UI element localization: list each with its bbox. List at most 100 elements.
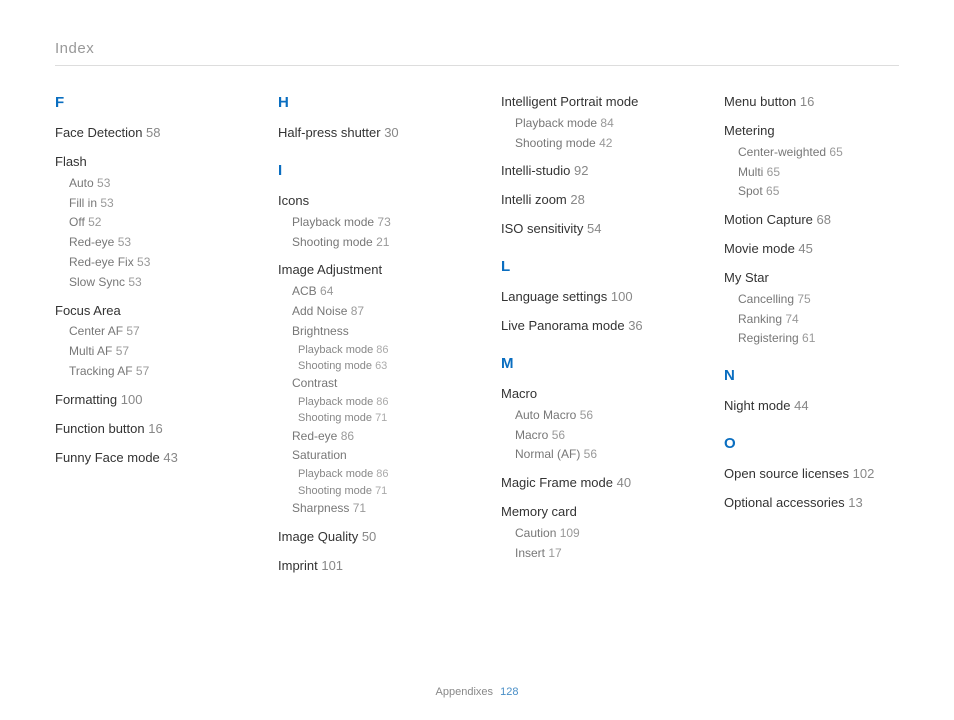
index-entry[interactable]: ISO sensitivity 54 [501,221,676,238]
index-subentry[interactable]: Red-eye 86 [292,428,453,445]
index-letter: F [55,94,230,111]
page-ref: 44 [794,398,808,413]
index-subentry[interactable]: Sharpness 71 [292,500,453,517]
index-subentry[interactable]: Cancelling 75 [738,291,899,308]
index-entry[interactable]: Intelli zoom 28 [501,192,676,209]
page-ref: 92 [574,163,588,178]
page-ref: 30 [384,125,398,140]
index-entry[interactable]: Function button 16 [55,421,230,438]
index-group-title: Intelligent Portrait mode [501,94,676,111]
page-ref: 42 [599,136,612,150]
footer-page-number: 128 [500,686,518,698]
index-letter: O [724,435,899,452]
footer-label: Appendixes [436,686,494,698]
page-ref: 71 [375,412,387,424]
page-ref: 57 [126,324,139,338]
index-entry[interactable]: Night mode 44 [724,398,899,415]
index-subentry[interactable]: Multi AF 57 [69,343,230,360]
page-ref: 53 [97,176,110,190]
column-4: Menu button 16 Metering Center-weighted 65… [724,94,899,586]
page-ref: 53 [137,255,150,269]
index-entry[interactable]: Funny Face mode 43 [55,450,230,467]
index-entry[interactable]: Formatting 100 [55,392,230,409]
index-subentry[interactable]: Playback mode 84 [515,115,676,132]
index-subentry[interactable]: Contrast [292,375,453,392]
index-entry[interactable]: Menu button 16 [724,94,899,111]
index-group-title: Image Adjustment [278,262,453,279]
index-subsubentry[interactable]: Playback mode 86 [298,467,453,481]
index-entry[interactable]: Half-press shutter 30 [278,125,453,142]
index-subsubentry[interactable]: Playback mode 86 [298,395,453,409]
index-entry[interactable]: Face Detection 58 [55,125,230,142]
index-entry[interactable]: Language settings 100 [501,289,676,306]
index-group-title: Flash [55,154,230,171]
index-subentry[interactable]: Auto 53 [69,175,230,192]
page-ref: 53 [100,196,113,210]
index-subentry[interactable]: Tracking AF 57 [69,363,230,380]
index-subentry[interactable]: Normal (AF) 56 [515,446,676,463]
index-group-title: My Star [724,270,899,287]
page-ref: 71 [375,485,387,497]
index-group-title: Metering [724,123,899,140]
index-subentry[interactable]: Red-eye Fix 53 [69,254,230,271]
index-letter: L [501,258,676,275]
index-group: MacroAuto Macro 56Macro 56Normal (AF) 56 [501,386,676,463]
index-entry[interactable]: Imprint 101 [278,558,453,575]
index-subsubentry[interactable]: Shooting mode 71 [298,411,453,425]
index-letter: I [278,162,453,179]
page-ref: 64 [320,284,333,298]
index-subentry[interactable]: Playback mode 73 [292,214,453,231]
index-subsubentry[interactable]: Shooting mode 63 [298,359,453,373]
page-ref: 75 [797,292,810,306]
page-ref: 61 [802,331,815,345]
page-ref: 101 [321,558,343,573]
index-subentry[interactable]: ACB 64 [292,283,453,300]
index-subentry[interactable]: Fill in 53 [69,195,230,212]
index-subentry[interactable]: Brightness [292,323,453,340]
index-entry[interactable]: Movie mode 45 [724,241,899,258]
index-group-title: Focus Area [55,303,230,320]
index-subsubentry[interactable]: Shooting mode 71 [298,484,453,498]
index-subentry[interactable]: Insert 17 [515,545,676,562]
index-subentry[interactable]: Auto Macro 56 [515,407,676,424]
index-entry[interactable]: Optional accessories 13 [724,495,899,512]
index-subsubentry[interactable]: Playback mode 86 [298,343,453,357]
index-entry[interactable]: Live Panorama mode 36 [501,318,676,335]
page-ref: 50 [362,529,376,544]
index-subentry[interactable]: Center AF 57 [69,323,230,340]
index-subentry[interactable]: Off 52 [69,214,230,231]
page-ref: 102 [853,466,875,481]
index-entry[interactable]: Image Quality 50 [278,529,453,546]
index-subentry[interactable]: Center-weighted 65 [738,144,899,161]
index-subentry[interactable]: Slow Sync 53 [69,274,230,291]
index-subentry[interactable]: Ranking 74 [738,311,899,328]
index-subentry[interactable]: Red-eye 53 [69,234,230,251]
index-entry[interactable]: Intelli-studio 92 [501,163,676,180]
index-subentry[interactable]: Registering 61 [738,330,899,347]
page-ref: 57 [116,344,129,358]
index-group: Flash Auto 53 Fill in 53 Off 52 Red-eye 53 Re… [55,154,230,291]
index-entry[interactable]: Motion Capture 68 [724,212,899,229]
index-subentry[interactable]: Spot 65 [738,183,899,200]
index-letter: H [278,94,453,111]
index-subentry[interactable]: Shooting mode 21 [292,234,453,251]
index-subentry[interactable]: Shooting mode 42 [515,135,676,152]
index-subentry[interactable]: Saturation [292,447,453,464]
index-group-title: Memory card [501,504,676,521]
index-entry[interactable]: Magic Frame mode 40 [501,475,676,492]
page-ref: 54 [587,221,601,236]
index-subentry[interactable]: Macro 56 [515,427,676,444]
page-ref: 57 [136,364,149,378]
page-ref: 40 [617,475,631,490]
index-subentry[interactable]: Caution 109 [515,525,676,542]
index-subentry[interactable]: Multi 65 [738,164,899,181]
index-entry[interactable]: Open source licenses 102 [724,466,899,483]
page-ref: 74 [785,312,798,326]
page-ref: 109 [560,526,580,540]
index-subentry[interactable]: Add Noise 87 [292,303,453,320]
page-ref: 71 [353,501,366,515]
page-ref: 21 [376,235,389,249]
page-ref: 52 [88,215,101,229]
page-ref: 53 [128,275,141,289]
page-ref: 16 [148,421,162,436]
